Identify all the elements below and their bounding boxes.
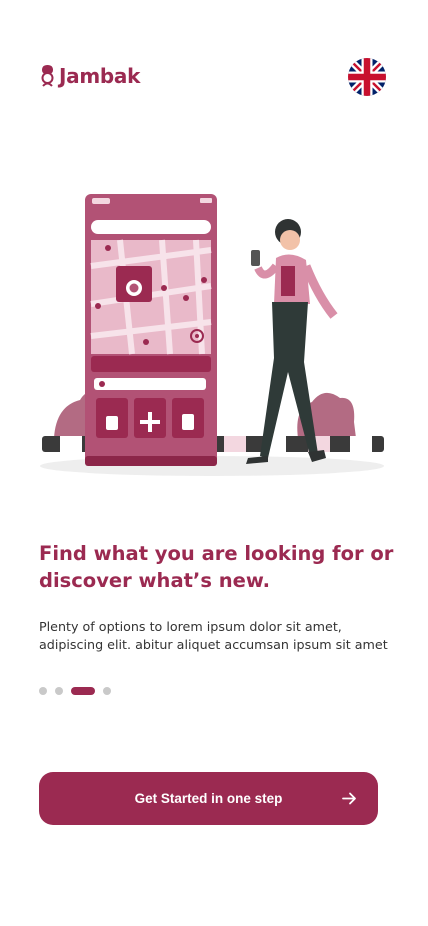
- onboarding-description: Plenty of options to lorem ipsum dolor s…: [39, 619, 388, 652]
- uk-flag-icon: [348, 58, 386, 96]
- pagination-dot-1[interactable]: [39, 687, 47, 695]
- get-started-button[interactable]: Get Started in one step: [39, 772, 378, 825]
- phone-mockup: [85, 194, 217, 466]
- slide-pagination: [39, 687, 111, 695]
- chef-logo-icon: [41, 65, 54, 87]
- arrow-right-icon: [342, 792, 356, 805]
- pagination-dot-3-active[interactable]: [71, 687, 95, 695]
- pagination-dot-4[interactable]: [103, 687, 111, 695]
- pagination-dot-2[interactable]: [55, 687, 63, 695]
- language-selector[interactable]: [348, 58, 386, 96]
- get-started-label: Get Started in one step: [134, 791, 283, 806]
- onboarding-illustration: [40, 194, 384, 476]
- brand-name: Jambak: [59, 64, 141, 88]
- onboarding-headline: Find what you are looking for or discove…: [39, 542, 394, 592]
- brand-logo: Jambak: [39, 64, 140, 88]
